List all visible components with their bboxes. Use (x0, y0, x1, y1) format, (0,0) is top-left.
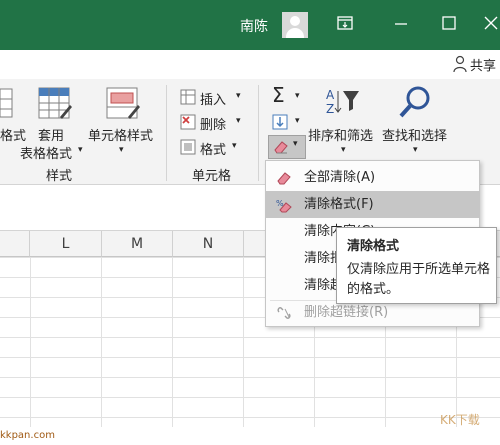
format-cells-icon[interactable] (180, 139, 196, 159)
format-caret[interactable]: ▾ (232, 141, 237, 151)
ribbon-display-options-icon[interactable] (336, 14, 354, 32)
menu-item-label: 清除格式(F) (304, 197, 374, 212)
share-button[interactable]: 共享 (470, 55, 496, 74)
table-format-icon[interactable] (38, 87, 72, 125)
clear-formats-tooltip: 清除格式 仅清除应用于所选单元格的格式。 (336, 227, 497, 304)
user-name[interactable]: 南陈 (240, 16, 268, 36)
table-format-label-1[interactable]: 套用 (38, 125, 64, 144)
cells-group-label: 单元格 (192, 169, 232, 184)
autosum-caret[interactable]: ▾ (295, 91, 300, 101)
insert-cells-button[interactable]: 插入 (200, 89, 226, 108)
styles-group-label: 样式 (46, 169, 73, 184)
find-select-icon[interactable] (398, 85, 432, 123)
group-separator (166, 85, 167, 181)
menu-item-clear-all[interactable]: 全部清除(A) (266, 164, 479, 191)
sort-filter-button[interactable]: 排序和筛选 (308, 125, 373, 144)
watermark-left: kkpan.com (0, 430, 55, 441)
fill-caret[interactable]: ▾ (295, 116, 300, 126)
sort-filter-icon[interactable]: AZ (326, 87, 360, 121)
eraser-icon (277, 172, 291, 185)
delete-cells-icon[interactable] (180, 114, 196, 134)
menu-item-clear-formats[interactable]: % 清除格式(F) (266, 191, 479, 218)
find-select-button[interactable]: 查找和选择 (382, 125, 447, 144)
minimize-icon[interactable] (392, 14, 410, 32)
conditional-format-icon[interactable] (0, 87, 14, 119)
table-format-label-2[interactable]: 表格格式 (20, 143, 72, 162)
watermark-right: KK下载 (440, 413, 480, 427)
share-icon[interactable] (452, 55, 468, 77)
svg-text:Z: Z (326, 102, 334, 116)
column-header-n[interactable]: N (173, 231, 244, 257)
cell-styles-caret[interactable]: ▾ (119, 145, 124, 155)
autosum-icon[interactable]: Σ (272, 83, 285, 107)
table-format-caret[interactable]: ▾ (78, 145, 83, 155)
column-header-m[interactable]: M (102, 231, 173, 257)
user-avatar[interactable] (282, 12, 308, 38)
unlink-icon (277, 307, 291, 319)
group-separator (258, 85, 259, 181)
cell-styles-label[interactable]: 单元格样式 (88, 125, 153, 144)
insert-caret[interactable]: ▾ (236, 91, 241, 101)
menu-item-label: 全部清除(A) (304, 170, 376, 185)
clear-formats-icon: % (276, 199, 292, 213)
insert-cells-icon[interactable] (180, 89, 196, 109)
cell-styles-icon[interactable] (106, 87, 140, 125)
column-header-l[interactable]: L (30, 231, 102, 257)
delete-caret[interactable]: ▾ (236, 116, 241, 126)
fill-icon[interactable] (272, 114, 288, 134)
tooltip-title: 清除格式 (347, 239, 400, 254)
sort-filter-caret[interactable]: ▾ (341, 145, 346, 155)
delete-cells-button[interactable]: 删除 (200, 114, 226, 133)
eraser-icon (274, 141, 288, 154)
conditional-format-label[interactable]: 格式 (0, 125, 26, 144)
column-header-partial[interactable] (0, 231, 30, 257)
close-icon[interactable] (482, 14, 500, 32)
maximize-icon[interactable] (440, 14, 458, 32)
format-cells-button[interactable]: 格式 (200, 139, 226, 158)
clear-button[interactable]: ▾ (268, 135, 306, 159)
ribbon-tabs-strip (0, 50, 500, 79)
find-select-caret[interactable]: ▾ (413, 145, 418, 155)
clear-caret: ▾ (293, 139, 298, 149)
svg-text:A: A (326, 88, 335, 102)
tooltip-body: 仅清除应用于所选单元格的格式。 (347, 262, 491, 297)
